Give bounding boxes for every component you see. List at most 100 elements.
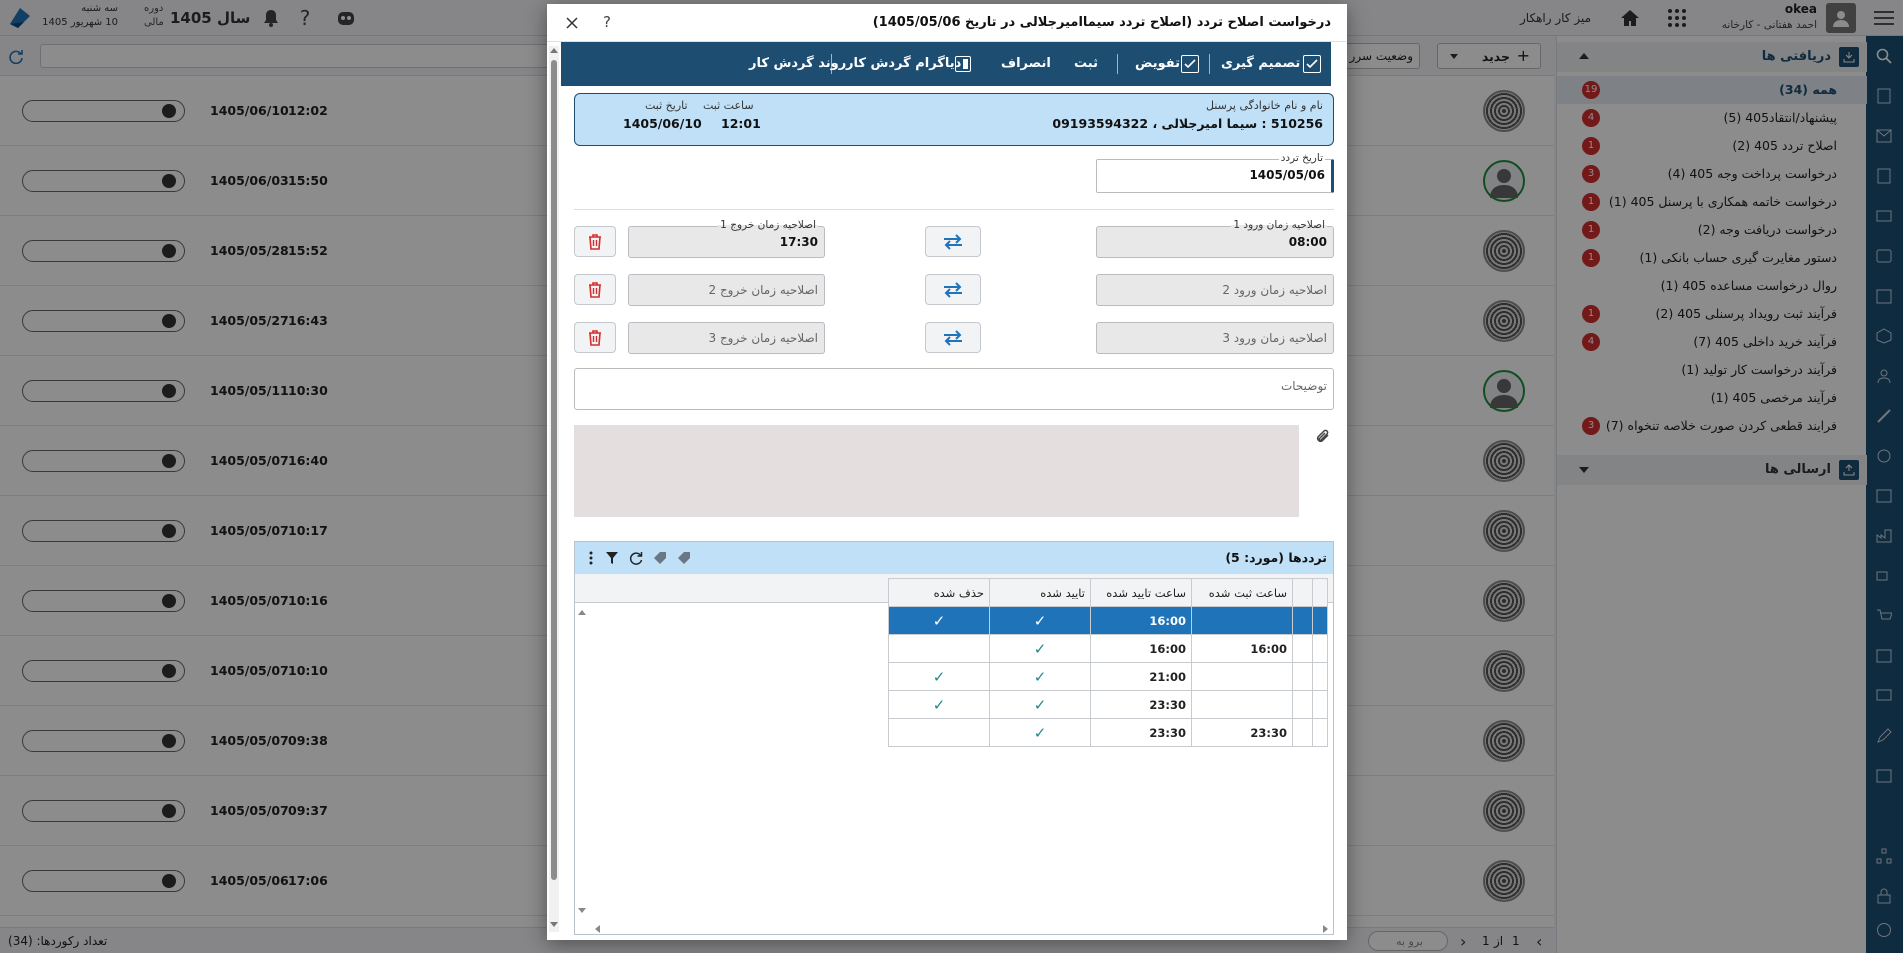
dialog-title: درخواست اصلاح تردد (اصلاح تردد سیماامیرج… bbox=[872, 15, 1331, 30]
save-button[interactable]: ثبت bbox=[1074, 42, 1098, 86]
exit3-placeholder: اصلاحیه زمان خروج 3 bbox=[708, 331, 818, 345]
close-icon[interactable] bbox=[563, 14, 581, 32]
row-gutter bbox=[1312, 662, 1328, 691]
check-icon: ✓ bbox=[1033, 723, 1047, 742]
cell-registered: 16:00 bbox=[1191, 634, 1293, 663]
entry2-field[interactable]: اصلاحیه زمان ورود 2 bbox=[1096, 274, 1334, 306]
trash-icon bbox=[589, 281, 601, 298]
traffic-grid: ترددها (مورد: 5) ساعت ثبت شده ساعت تایید… bbox=[574, 541, 1334, 935]
scroll-up-arrow-icon[interactable] bbox=[550, 48, 558, 53]
cell-confirmed: 16:00 bbox=[1090, 634, 1192, 663]
help-icon[interactable]: ? bbox=[603, 13, 611, 31]
decide-button[interactable]: تصمیم گیری bbox=[1221, 42, 1300, 86]
notes-textarea[interactable]: توضیحات bbox=[574, 368, 1334, 410]
exit1-label: اصلاحیه زمان خروج 1 bbox=[718, 219, 818, 231]
grid-scroll-left-icon[interactable] bbox=[595, 925, 600, 933]
cell-value: 23:30 bbox=[1250, 725, 1287, 740]
delete-row-2-button[interactable] bbox=[574, 274, 616, 305]
grid-scroll-down-icon[interactable] bbox=[578, 908, 586, 913]
col-registered-time[interactable]: ساعت ثبت شده bbox=[1191, 578, 1293, 607]
cell-value: 21:00 bbox=[1149, 669, 1186, 684]
cell-deleted bbox=[888, 718, 990, 747]
delegate-checkbox-icon[interactable] bbox=[1181, 55, 1199, 73]
tag-remove-icon[interactable] bbox=[675, 549, 693, 567]
exit2-field[interactable]: اصلاحیه زمان خروج 2 bbox=[628, 274, 825, 306]
check-icon: ✓ bbox=[1033, 695, 1047, 714]
exit1-value: 17:30 bbox=[779, 235, 818, 249]
trash-icon bbox=[589, 329, 601, 346]
refresh-grid-icon[interactable] bbox=[627, 549, 645, 567]
workflow-process-button[interactable]: روند گردش کار bbox=[749, 42, 846, 86]
table-row[interactable]: 23:30 23:30 ✓ bbox=[888, 718, 1328, 747]
request-info-panel: نام و نام خانوادگی پرسنل 510256 : سیما ا… bbox=[574, 93, 1334, 146]
attachment-area[interactable] bbox=[574, 425, 1299, 517]
exit1-field[interactable]: اصلاحیه زمان خروج 1 17:30 bbox=[628, 219, 825, 258]
delete-row-1-button[interactable] bbox=[574, 226, 616, 257]
paperclip-icon[interactable] bbox=[1312, 425, 1334, 449]
cell-approved: ✓ bbox=[989, 634, 1091, 663]
table-header-row: ساعت ثبت شده ساعت تایید شده تایید شده حذ… bbox=[888, 578, 1328, 607]
col-gutter-1 bbox=[1312, 578, 1328, 607]
cell-value: 16:00 bbox=[1149, 641, 1186, 656]
row-gutter bbox=[1312, 718, 1328, 747]
entry3-field[interactable]: اصلاحیه زمان ورود 3 bbox=[1096, 322, 1334, 354]
cell-value: 16:00 bbox=[1149, 613, 1186, 628]
cell-deleted bbox=[888, 634, 990, 663]
swap-button-3[interactable] bbox=[925, 322, 981, 353]
more-vertical-icon[interactable] bbox=[585, 549, 597, 567]
grid-scroll-up-icon[interactable] bbox=[578, 610, 586, 615]
filter-icon[interactable] bbox=[603, 549, 621, 567]
swap-arrows-icon bbox=[944, 281, 962, 298]
cell-registered bbox=[1191, 690, 1293, 719]
cell-registered: 23:30 bbox=[1191, 718, 1293, 747]
tag-add-icon[interactable] bbox=[651, 549, 669, 567]
cell-deleted: ✓ bbox=[888, 606, 990, 635]
entry1-label: اصلاحیه زمان ورود 1 bbox=[1231, 219, 1327, 231]
col-approved[interactable]: تایید شده bbox=[989, 578, 1091, 607]
table-row[interactable]: 16:00 16:00 ✓ bbox=[888, 634, 1328, 663]
section-divider bbox=[574, 209, 1334, 210]
notes-placeholder: توضیحات bbox=[1280, 379, 1327, 393]
trash-icon bbox=[589, 233, 601, 250]
table-row[interactable]: 21:00 ✓ ✓ bbox=[888, 662, 1328, 691]
exit3-field[interactable]: اصلاحیه زمان خروج 3 bbox=[628, 322, 825, 354]
cell-value: 23:30 bbox=[1149, 725, 1186, 740]
delegate-button[interactable]: تفویض bbox=[1135, 42, 1180, 86]
row-gutter bbox=[1312, 634, 1328, 663]
cell-confirmed: 23:30 bbox=[1090, 690, 1192, 719]
row-gutter bbox=[1292, 718, 1313, 747]
cancel-button[interactable]: انصراف bbox=[1001, 42, 1051, 86]
row-gutter bbox=[1312, 690, 1328, 719]
workflow-diagram-button[interactable]: دیاگرام گردش کار bbox=[846, 42, 961, 86]
check-icon: ✓ bbox=[932, 611, 946, 630]
cell-confirmed: 23:30 bbox=[1090, 718, 1192, 747]
scroll-down-arrow-icon[interactable] bbox=[550, 922, 558, 927]
exit2-placeholder: اصلاحیه زمان خروج 2 bbox=[708, 283, 818, 297]
reg-date-value: 1405/06/10 bbox=[623, 116, 702, 131]
cell-registered bbox=[1191, 606, 1293, 635]
traffic-table: ساعت ثبت شده ساعت تایید شده تایید شده حذ… bbox=[888, 578, 1328, 747]
dialog-scrollbar[interactable] bbox=[549, 46, 559, 932]
swap-button-2[interactable] bbox=[925, 274, 981, 305]
scrollbar-thumb[interactable] bbox=[551, 60, 557, 880]
col-deleted[interactable]: حذف شده bbox=[888, 578, 990, 607]
reg-time-label: ساعت ثبت bbox=[703, 99, 754, 112]
check-icon: ✓ bbox=[1033, 611, 1047, 630]
traffic-date-field[interactable]: تاریخ تردد 1405/05/06 bbox=[1096, 152, 1334, 193]
table-row[interactable]: 23:30 ✓ ✓ bbox=[888, 690, 1328, 719]
delete-row-3-button[interactable] bbox=[574, 322, 616, 353]
cell-deleted: ✓ bbox=[888, 690, 990, 719]
cell-approved: ✓ bbox=[989, 690, 1091, 719]
cell-deleted: ✓ bbox=[888, 662, 990, 691]
table-row[interactable]: 16:00 ✓ ✓ bbox=[888, 606, 1328, 635]
decide-checkbox-icon[interactable] bbox=[1303, 55, 1321, 73]
toolbar-divider bbox=[1117, 54, 1118, 74]
swap-button-1[interactable] bbox=[925, 226, 981, 257]
traffic-date-label: تاریخ تردد bbox=[1278, 152, 1325, 164]
reg-date-label: تاریخ ثبت bbox=[645, 99, 688, 112]
toolbar-divider bbox=[1209, 54, 1210, 74]
entry1-field[interactable]: اصلاحیه زمان ورود 1 08:00 bbox=[1096, 219, 1334, 258]
check-icon: ✓ bbox=[932, 695, 946, 714]
col-confirmed-time[interactable]: ساعت تایید شده bbox=[1090, 578, 1192, 607]
grid-scroll-right-icon[interactable] bbox=[1323, 925, 1328, 933]
